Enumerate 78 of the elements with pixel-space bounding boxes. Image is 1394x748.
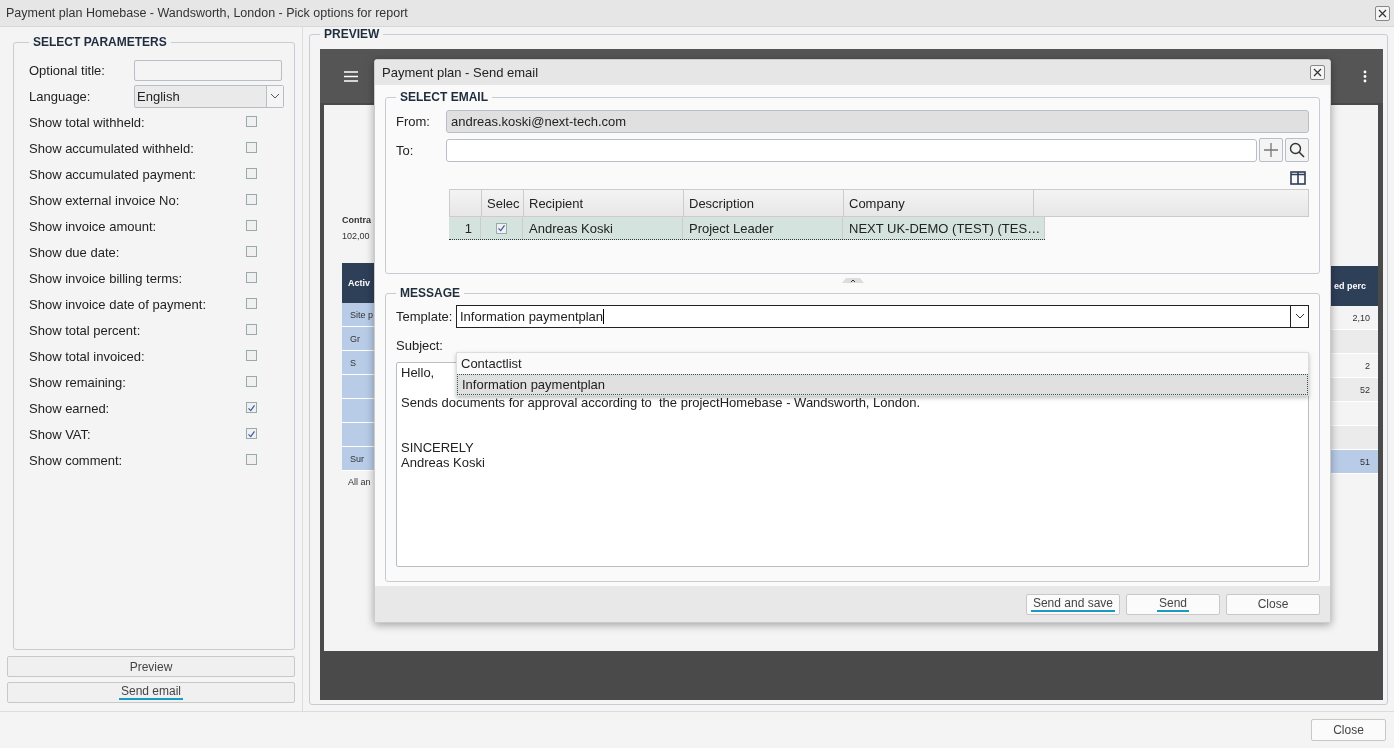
checkbox[interactable] [246, 402, 257, 413]
report-note: All an [347, 477, 372, 487]
panel-title: MESSAGE [399, 286, 461, 300]
field-label: From: [396, 113, 431, 129]
close-icon[interactable] [1310, 65, 1325, 80]
action-button[interactable]: Send email [7, 682, 295, 703]
action-button[interactable]: Send [1126, 593, 1220, 615]
column-header[interactable]: Description [684, 190, 844, 216]
panel-title: PREVIEW [323, 27, 381, 41]
checkbox[interactable] [246, 375, 257, 387]
table-cell: Gr [342, 327, 375, 351]
column-header[interactable]: Recipient [524, 190, 684, 216]
dialog-title: Payment plan - Send email [382, 65, 539, 80]
checkbox[interactable] [246, 167, 257, 179]
title-input-field[interactable] [134, 59, 282, 81]
checkbox[interactable] [246, 141, 257, 153]
checkbox[interactable] [246, 115, 257, 127]
menu-icon[interactable] [344, 70, 358, 82]
report-label: Contra [342, 215, 372, 225]
option-label: Show external invoice No: [29, 192, 181, 208]
option-label: Show total withheld: [29, 114, 146, 130]
chevron-down-icon[interactable] [1294, 313, 1305, 319]
search-icon[interactable] [1285, 138, 1309, 162]
panel-title: SELECT EMAIL [399, 90, 489, 104]
checkbox[interactable] [246, 323, 257, 335]
table-cell: Sur [342, 447, 375, 471]
option-label: Show earned: [29, 400, 111, 416]
checkbox[interactable] [246, 453, 257, 465]
chevron-down-icon[interactable] [270, 93, 280, 99]
field-label: Subject: [396, 337, 443, 353]
close-button[interactable]: Close [1311, 719, 1386, 741]
to-input-field[interactable] [446, 138, 1257, 162]
table-cell: 51 [1328, 450, 1378, 474]
option-label: Show VAT: [29, 426, 92, 442]
option-label: Show total invoiced: [29, 348, 146, 364]
option-label: Show invoice amount: [29, 218, 158, 234]
option-label: Show comment: [29, 452, 124, 468]
from-field[interactable]: andreas.koski@next-tech.com [446, 109, 1309, 133]
checkbox[interactable] [496, 222, 507, 234]
option-label: Show remaining: [29, 374, 127, 390]
action-button[interactable]: Send and save [1025, 593, 1120, 615]
checkbox[interactable] [246, 297, 257, 309]
language-dropdown[interactable]: English [134, 84, 284, 108]
close-icon[interactable] [1375, 5, 1390, 21]
checkbox[interactable] [246, 271, 257, 283]
checkbox[interactable] [246, 193, 257, 205]
action-button[interactable]: Preview [7, 656, 295, 677]
window-title: Payment plan Homebase - Wandsworth, London - Pick options for report [6, 6, 408, 20]
checkbox[interactable] [246, 349, 257, 361]
option-label: Show invoice billing terms: [29, 270, 184, 286]
option-label: Show accumulated payment: [29, 166, 197, 182]
table-row[interactable]: 1 Andreas Koski Project Leader NEXT UK-DEMO (TEST) (TES… [449, 217, 1046, 240]
template-dropdown[interactable]: Information paymentplan [456, 304, 1309, 328]
table-header: Activ [342, 263, 375, 303]
checkbox[interactable] [246, 219, 257, 231]
option-label: Show due date: [29, 244, 121, 260]
field-label: Template: [396, 308, 454, 324]
option-label: Show invoice date of payment: [29, 296, 208, 312]
field-label: To: [396, 142, 415, 158]
option-label: Show total percent: [29, 322, 142, 338]
table-cell: S [342, 351, 375, 375]
column-header[interactable]: Company [844, 190, 1034, 216]
report-value: 102,00 [342, 231, 371, 241]
panel-title: SELECT PARAMETERS [32, 35, 168, 49]
field-label: Optional title: [29, 62, 106, 78]
table-header: ed perc [1328, 266, 1378, 306]
checkbox[interactable] [246, 245, 257, 257]
more-icon[interactable] [1363, 69, 1367, 83]
table-cell: 52 [1328, 378, 1378, 402]
collapse-handle-icon[interactable] [841, 277, 864, 283]
action-button[interactable]: Close [1226, 593, 1320, 615]
dropdown-option[interactable]: Information paymentplan [457, 374, 1308, 395]
field-label: Language: [29, 88, 92, 104]
checkbox[interactable] [246, 428, 257, 439]
option-label: Show accumulated withheld: [29, 140, 195, 156]
columns-icon[interactable] [1290, 171, 1306, 185]
table-cell: Site p [342, 303, 375, 327]
column-header[interactable]: Selec [482, 190, 524, 216]
